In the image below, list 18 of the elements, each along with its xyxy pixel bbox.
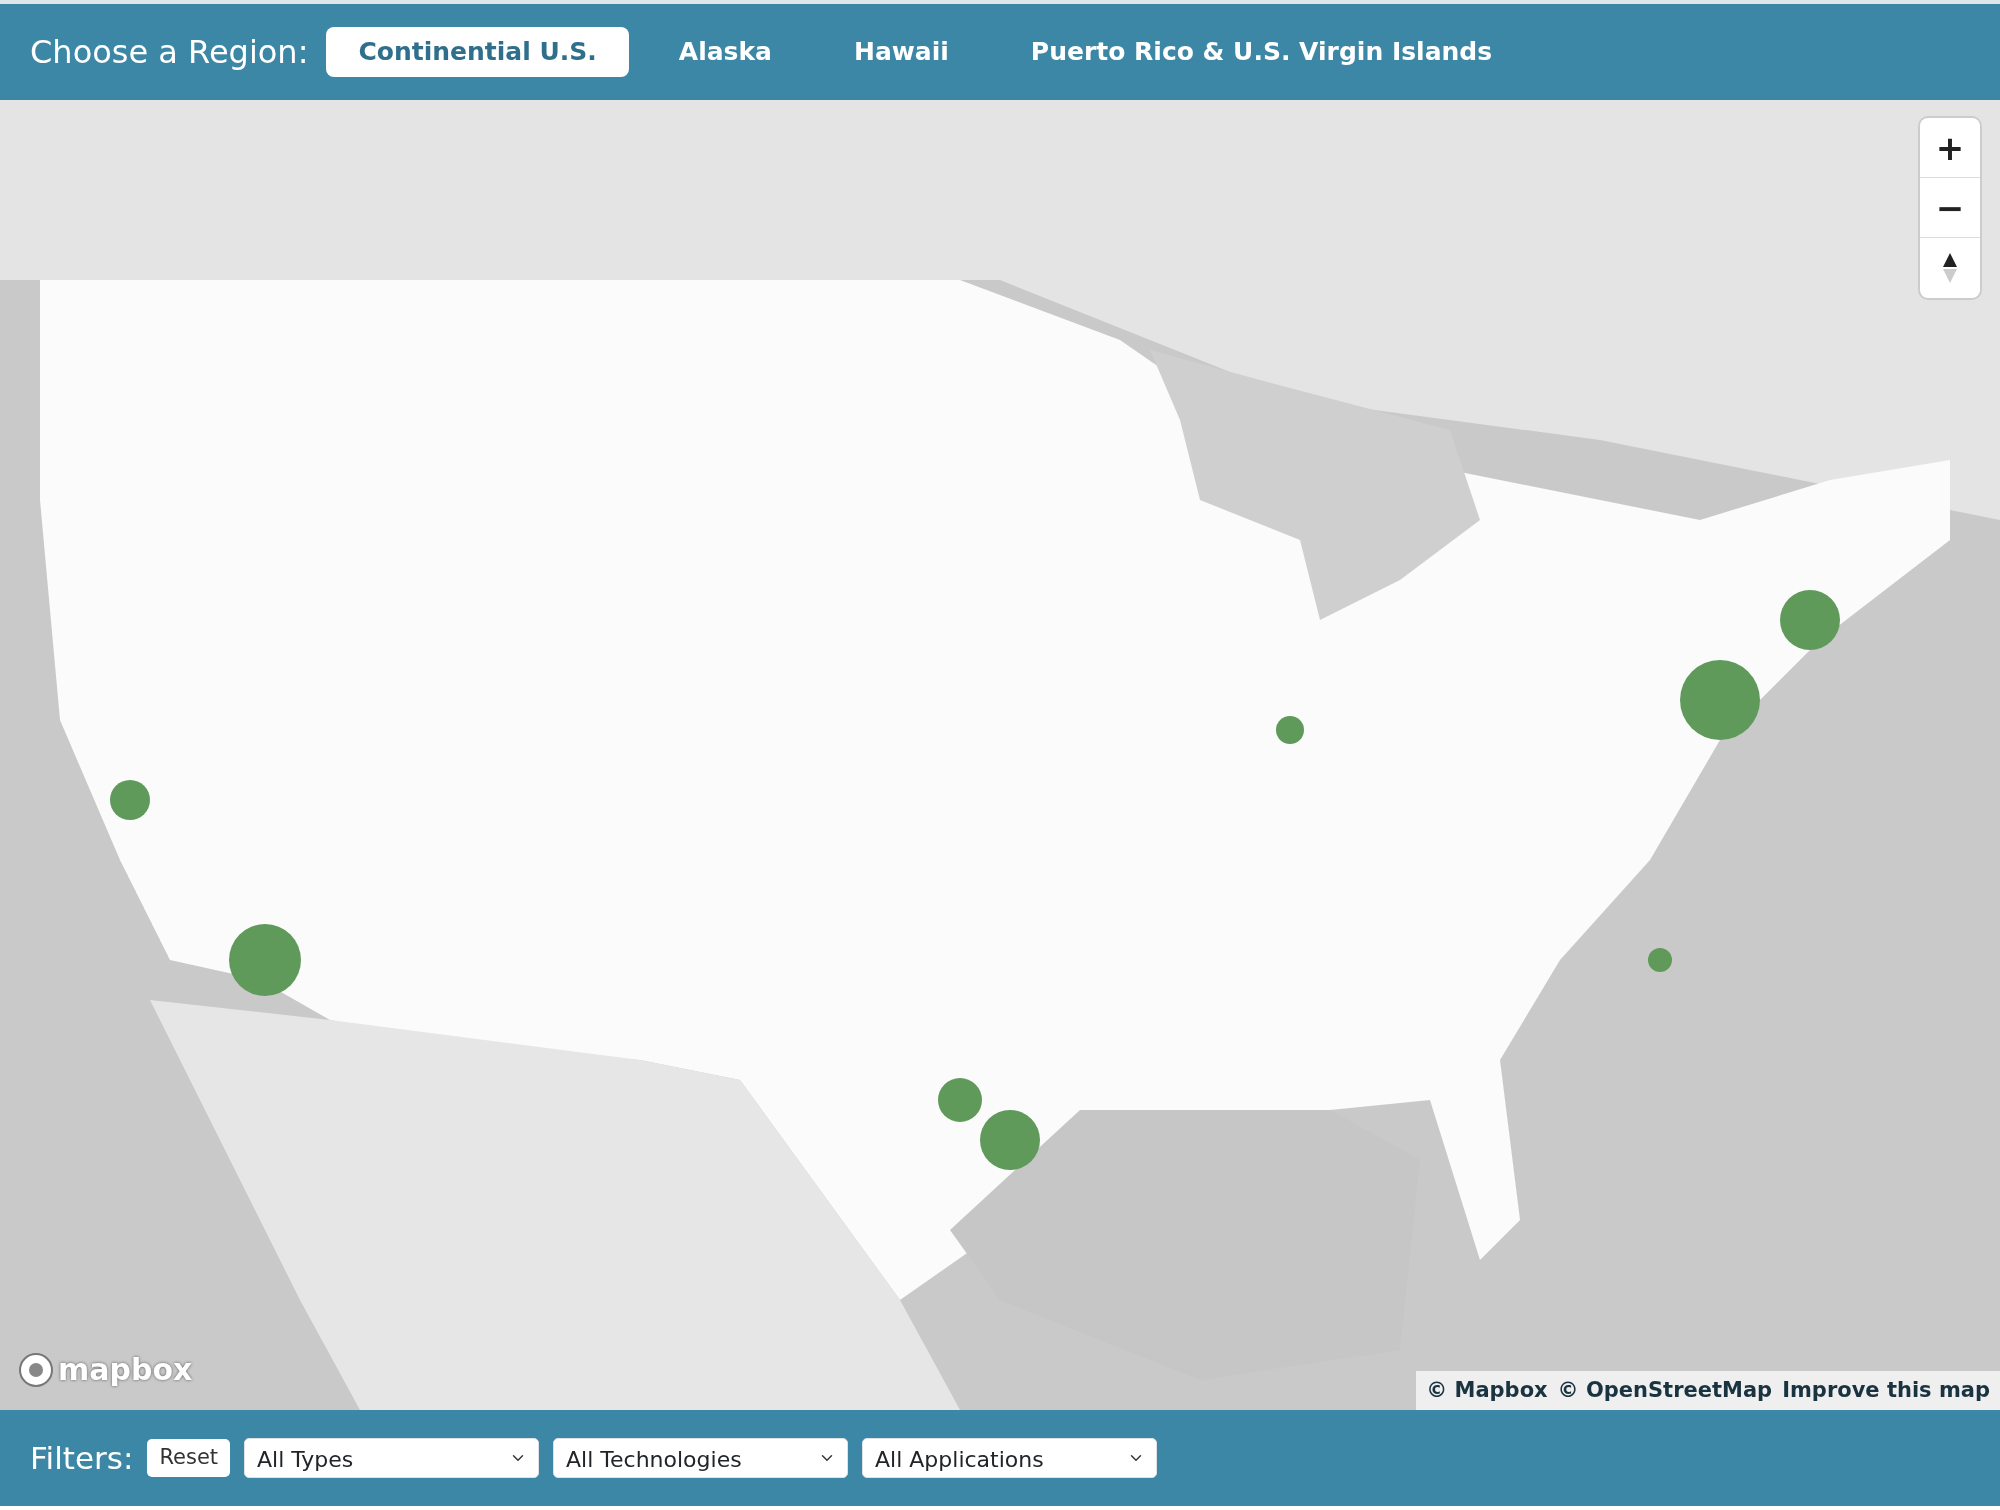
zoom-out-button[interactable]: − bbox=[1920, 178, 1980, 238]
region-tab[interactable]: Hawaii bbox=[821, 27, 981, 77]
filter-dropdown[interactable]: All Applications bbox=[862, 1438, 1158, 1478]
region-tab[interactable]: Alaska bbox=[646, 27, 804, 77]
logo-text: mapbox bbox=[58, 1351, 193, 1389]
filter-dropdown[interactable]: All Technologies bbox=[553, 1438, 849, 1478]
attribution-link[interactable]: © OpenStreetMap bbox=[1557, 1374, 1773, 1406]
filter-dropdown[interactable]: All Types bbox=[244, 1438, 540, 1478]
logo-icon bbox=[18, 1351, 54, 1388]
zoom-in-button[interactable]: + bbox=[1920, 118, 1980, 178]
attribution-link[interactable]: © Mapbox bbox=[1426, 1374, 1548, 1406]
filters-label: Filters: bbox=[30, 1438, 134, 1478]
region-tab[interactable]: Continential U.S. bbox=[326, 27, 629, 77]
reset-button[interactable]: Reset bbox=[147, 1439, 231, 1477]
region-label: Choose a Region: bbox=[30, 32, 309, 73]
region-tab[interactable]: Puerto Rico & U.S. Virgin Islands bbox=[998, 27, 1525, 77]
compass-icon[interactable] bbox=[1942, 253, 1958, 283]
attribution-link[interactable]: Improve this map bbox=[1782, 1374, 1990, 1406]
